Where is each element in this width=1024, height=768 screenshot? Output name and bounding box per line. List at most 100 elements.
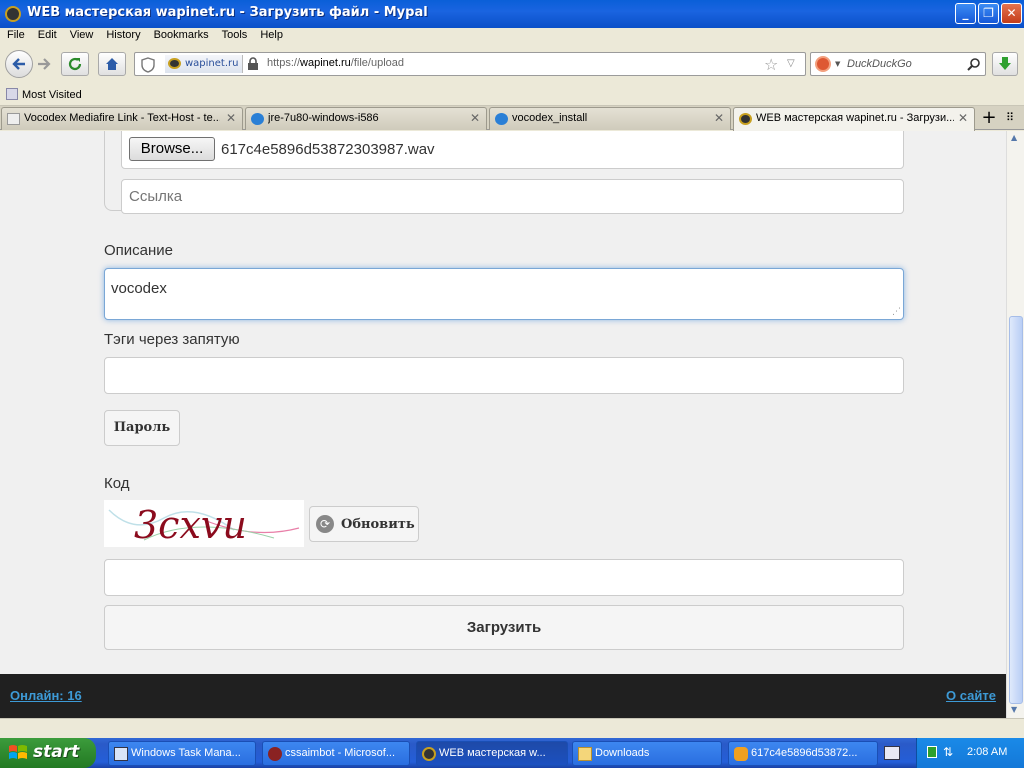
menu-tools[interactable]: Tools — [215, 28, 254, 41]
scroll-down-icon[interactable]: ▼ — [1011, 705, 1017, 714]
code-label: Код — [104, 475, 130, 492]
tab-list-icon[interactable]: ⠿ — [1006, 111, 1014, 124]
menu-edit[interactable]: Edit — [31, 28, 63, 41]
browse-button[interactable]: Browse... — [129, 137, 215, 161]
site-identity[interactable]: wapinet.ru — [165, 55, 244, 73]
task-label: Downloads — [595, 747, 650, 759]
menu-history[interactable]: History — [99, 28, 146, 41]
password-button[interactable]: Пароль — [104, 410, 180, 446]
start-label: start — [33, 742, 80, 762]
download-icon — [495, 113, 508, 125]
search-bar[interactable]: ▼ DuckDuckGo — [810, 52, 986, 76]
menu-file[interactable]: File — [0, 28, 31, 41]
system-tray: ⇅ 2:08 AM — [916, 738, 1024, 768]
reload-button[interactable] — [61, 52, 89, 76]
tab-vocodex-mediafire[interactable]: Vocodex Mediafire Link - Text-Host - te.… — [1, 107, 243, 130]
status-bar — [0, 718, 1024, 738]
bookmarks-toolbar: Most Visited — [0, 84, 1024, 106]
tab-close-icon[interactable]: ✕ — [470, 111, 482, 125]
tab-close-icon[interactable]: ✕ — [958, 111, 970, 125]
back-button[interactable] — [5, 50, 33, 78]
url-dropdown-icon[interactable]: ▽ — [787, 58, 795, 69]
task-label: Windows Task Mana... — [131, 747, 241, 759]
tab-label: vocodex_install — [512, 112, 588, 124]
mypal-app-icon — [5, 6, 21, 22]
menu-bar: File Edit View History Bookmarks Tools Help — [0, 28, 1024, 46]
window-title: WEB мастерская wapinet.ru - Загрузить фа… — [27, 5, 428, 20]
tab-close-icon[interactable]: ✕ — [226, 111, 238, 125]
tags-input[interactable] — [104, 357, 904, 394]
page-content: Browse... 617c4e5896d53872303987.wav Опи… — [0, 131, 1006, 718]
window-titlebar[interactable]: WEB мастерская wapinet.ru - Загрузить фа… — [0, 0, 1024, 28]
forward-arrow-icon — [38, 58, 51, 70]
folder-icon — [578, 747, 592, 761]
site-favicon-icon — [168, 58, 181, 69]
search-placeholder: DuckDuckGo — [847, 58, 912, 70]
minimize-button[interactable]: _ — [955, 3, 976, 24]
wapinet-favicon-icon — [739, 113, 752, 125]
navigation-toolbar: wapinet.ru https://wapinet.ru/file/uploa… — [0, 46, 1024, 84]
most-visited-label: Most Visited — [22, 89, 82, 101]
tray-app-icon[interactable] — [927, 746, 937, 758]
selected-file-name: 617c4e5896d53872303987.wav — [221, 141, 435, 158]
submit-upload-button[interactable]: Загрузить — [104, 605, 904, 650]
menu-help[interactable]: Help — [253, 28, 289, 41]
tab-jre-download[interactable]: jre-7u80-windows-i586 ✕ — [245, 107, 487, 130]
maximize-button[interactable]: ❐ — [978, 3, 999, 24]
task-audio-file[interactable]: 617c4e5896d53872... — [728, 741, 878, 766]
duckduckgo-icon[interactable] — [815, 56, 831, 72]
task-downloads-folder[interactable]: Downloads — [572, 741, 722, 766]
search-icon[interactable] — [967, 57, 981, 71]
new-tab-icon[interactable]: + — [979, 109, 999, 129]
code-input[interactable] — [104, 559, 904, 596]
url-host: wapinet.ru — [300, 57, 351, 69]
reload-icon — [68, 57, 82, 71]
description-value: vocodex — [111, 280, 167, 297]
network-icon[interactable]: ⇅ — [943, 745, 953, 759]
downloads-button[interactable] — [992, 52, 1018, 76]
keyboard-icon[interactable] — [884, 746, 900, 760]
captcha-image: 3cxvu — [104, 500, 304, 547]
media-player-icon — [734, 747, 748, 761]
menu-bookmarks[interactable]: Bookmarks — [147, 28, 215, 41]
tab-wapinet-upload[interactable]: WEB мастерская wapinet.ru - Загрузи... ✕ — [733, 107, 975, 131]
task-manager-icon — [114, 747, 128, 761]
task-mypal-browser[interactable]: WEB мастерская w... — [416, 741, 568, 766]
page-scrollbar[interactable]: ▲ ▼ — [1006, 131, 1024, 718]
resize-handle-icon[interactable]: ⋰ — [892, 307, 901, 317]
home-icon — [106, 58, 118, 70]
task-label: WEB мастерская w... — [439, 747, 546, 759]
search-engine-dropdown-icon[interactable]: ▼ — [835, 60, 840, 68]
scrollbar-thumb[interactable] — [1009, 316, 1023, 704]
menu-view[interactable]: View — [63, 28, 100, 41]
tab-strip: Vocodex Mediafire Link - Text-Host - te.… — [0, 106, 1024, 131]
tab-label: jre-7u80-windows-i586 — [268, 112, 379, 124]
tab-vocodex-install[interactable]: vocodex_install ✕ — [489, 107, 731, 130]
captcha-text: 3cxvu — [134, 503, 247, 547]
home-button[interactable] — [98, 52, 126, 76]
url-path: /file/upload — [350, 57, 405, 69]
download-icon — [251, 113, 264, 125]
forward-button[interactable] — [36, 56, 52, 72]
close-button[interactable]: ✕ — [1001, 3, 1022, 24]
link-input[interactable] — [121, 179, 904, 214]
bookmark-star-icon[interactable]: ☆ — [764, 55, 778, 74]
refresh-label: Обновить — [341, 517, 415, 532]
lock-icon — [248, 57, 258, 70]
url-bar[interactable]: wapinet.ru https://wapinet.ru/file/uploa… — [134, 52, 806, 76]
start-button[interactable]: start — [0, 738, 96, 768]
about-site-link[interactable]: О сайте — [946, 688, 996, 703]
scroll-up-icon[interactable]: ▲ — [1011, 133, 1017, 142]
app-icon — [268, 747, 282, 761]
refresh-captcha-button[interactable]: ⟳ Обновить — [309, 506, 419, 542]
clock[interactable]: 2:08 AM — [967, 746, 1007, 758]
page-footer: Онлайн: 16 О сайте — [0, 674, 1006, 718]
task-cssaimbot[interactable]: cssaimbot - Microsof... — [262, 741, 410, 766]
most-visited-bookmark[interactable]: Most Visited — [6, 88, 82, 101]
tab-close-icon[interactable]: ✕ — [714, 111, 726, 125]
url-text: https://wapinet.ru/file/upload — [267, 57, 404, 69]
description-textarea[interactable]: vocodex ⋰ — [104, 268, 904, 320]
task-windows-task-manager[interactable]: Windows Task Mana... — [108, 741, 256, 766]
online-count-link[interactable]: Онлайн: 16 — [10, 688, 82, 703]
shield-icon — [141, 57, 155, 73]
